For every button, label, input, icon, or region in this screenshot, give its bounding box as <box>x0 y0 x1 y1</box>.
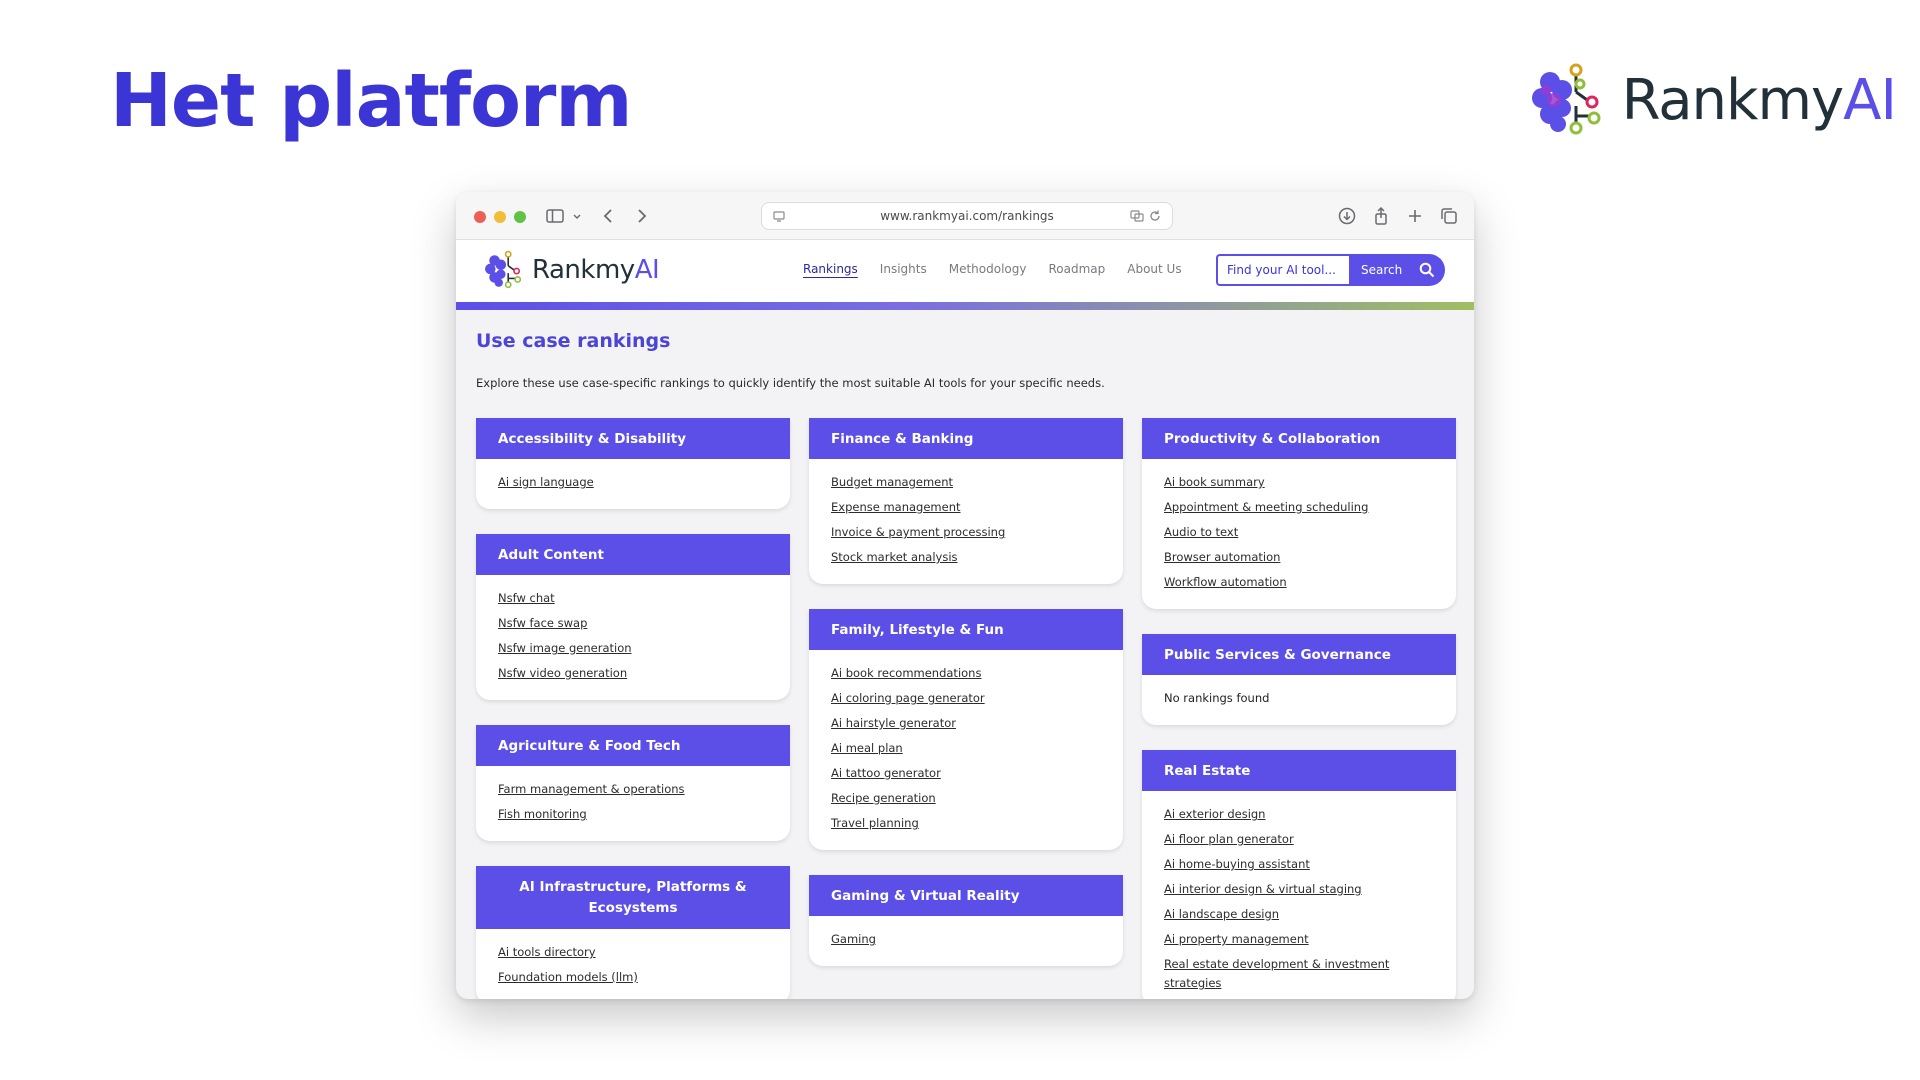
share-icon[interactable] <box>1370 205 1392 227</box>
nav-methodology[interactable]: Methodology <box>949 262 1027 276</box>
ranking-link[interactable]: Budget management <box>831 470 1101 495</box>
search-input[interactable] <box>1216 254 1349 286</box>
site-header: RankmyAI Rankings Insights Methodology R… <box>456 240 1474 302</box>
search-form: Search <box>1216 254 1445 286</box>
ranking-link[interactable]: Appointment & meeting scheduling <box>1164 495 1434 520</box>
category-title: Agriculture & Food Tech <box>476 725 790 766</box>
ranking-link[interactable]: Audio to text <box>1164 520 1434 545</box>
ranking-link[interactable]: Ai tools directory <box>498 940 768 965</box>
ranking-link[interactable]: Farm management & operations <box>498 777 768 802</box>
ranking-link[interactable]: Nsfw video generation <box>498 661 768 686</box>
search-icon <box>1419 262 1435 278</box>
ranking-link[interactable]: Invoice & payment processing <box>831 520 1101 545</box>
url-text: www.rankmyai.com/rankings <box>880 209 1054 223</box>
ranking-link[interactable]: Ai tattoo generator <box>831 761 1101 786</box>
category-card: Family, Lifestyle & Fun Ai book recommen… <box>809 609 1123 850</box>
brain-circuit-icon <box>485 250 522 289</box>
rankings-column-2: Finance & Banking Budget management Expe… <box>809 418 1123 991</box>
minimize-window-button[interactable] <box>494 211 506 223</box>
slide-logo-text: RankmyAI <box>1621 67 1897 133</box>
category-title: Adult Content <box>476 534 790 575</box>
ranking-link[interactable]: Ai book summary <box>1164 470 1434 495</box>
category-title: Accessibility & Disability <box>476 418 790 459</box>
category-card: Public Services & Governance No rankings… <box>1142 634 1456 725</box>
ranking-link[interactable]: Nsfw chat <box>498 586 768 611</box>
page-description: Explore these use case-specific rankings… <box>476 376 1105 390</box>
ranking-link[interactable]: Ai sign language <box>498 470 768 495</box>
ranking-link[interactable]: Ai interior design & virtual staging <box>1164 877 1434 902</box>
category-card: Adult Content Nsfw chat Nsfw face swap N… <box>476 534 790 700</box>
category-title: Productivity & Collaboration <box>1142 418 1456 459</box>
sidebar-toggle-icon[interactable] <box>544 205 566 227</box>
nav-insights[interactable]: Insights <box>880 262 927 276</box>
site-nav: Rankings Insights Methodology Roadmap Ab… <box>803 262 1182 276</box>
ranking-link[interactable]: Ai property management <box>1164 927 1434 952</box>
ranking-link[interactable]: Workflow automation <box>1164 570 1434 595</box>
back-arrow-icon[interactable] <box>598 205 620 227</box>
reload-icon[interactable] <box>1148 209 1162 223</box>
chevron-down-icon[interactable] <box>566 205 581 227</box>
ranking-link[interactable]: Stock market analysis <box>831 545 1101 570</box>
ranking-link[interactable]: Ai landscape design <box>1164 902 1434 927</box>
forward-arrow-icon[interactable] <box>630 205 652 227</box>
search-button-label: Search <box>1361 263 1403 277</box>
category-card: Productivity & Collaboration Ai book sum… <box>1142 418 1456 609</box>
ranking-link[interactable]: Expense management <box>831 495 1101 520</box>
close-window-button[interactable] <box>474 211 486 223</box>
category-card: Gaming & Virtual Reality Gaming <box>809 875 1123 966</box>
category-title: AI Infrastructure, Platforms & Ecosystem… <box>476 866 790 929</box>
ranking-link[interactable]: Fish monitoring <box>498 802 768 827</box>
translate-icon[interactable] <box>1130 209 1144 223</box>
category-title: Family, Lifestyle & Fun <box>809 609 1123 650</box>
tab-overview-icon[interactable] <box>1438 205 1460 227</box>
brand-gradient-bar <box>456 302 1474 310</box>
page-title: Use case rankings <box>476 330 671 352</box>
brain-circuit-icon <box>1531 63 1601 135</box>
ranking-link[interactable]: Real estate development & investment <box>1164 952 1434 974</box>
new-tab-icon[interactable] <box>1404 205 1426 227</box>
ranking-link[interactable]: Ai coloring page generator <box>831 686 1101 711</box>
rankings-column-1: Accessibility & Disability Ai sign langu… <box>476 418 790 999</box>
no-rankings-message: No rankings found <box>1164 691 1270 705</box>
ranking-link[interactable]: Recipe generation <box>831 786 1101 811</box>
category-card: Accessibility & Disability Ai sign langu… <box>476 418 790 509</box>
site-logo-text: RankmyAI <box>532 255 660 285</box>
nav-roadmap[interactable]: Roadmap <box>1048 262 1105 276</box>
site-logo[interactable]: RankmyAI <box>484 250 660 290</box>
category-title: Real Estate <box>1142 750 1456 791</box>
rankings-column-3: Productivity & Collaboration Ai book sum… <box>1142 418 1456 999</box>
category-card: AI Infrastructure, Platforms & Ecosystem… <box>476 866 790 999</box>
page-settings-icon[interactable] <box>772 209 786 223</box>
ranking-link[interactable]: Gaming <box>831 927 1101 952</box>
category-card: Agriculture & Food Tech Farm management … <box>476 725 790 841</box>
ranking-link[interactable]: Ai meal plan <box>831 736 1101 761</box>
slide-logo: RankmyAI <box>1531 60 1897 140</box>
ranking-link[interactable]: Ai exterior design <box>1164 802 1434 827</box>
category-title: Finance & Banking <box>809 418 1123 459</box>
ranking-link[interactable]: Nsfw image generation <box>498 636 768 661</box>
category-card: Real Estate Ai exterior design Ai floor … <box>1142 750 1456 999</box>
category-card: Finance & Banking Budget management Expe… <box>809 418 1123 584</box>
ranking-link[interactable]: Travel planning <box>831 811 1101 836</box>
category-title: Public Services & Governance <box>1142 634 1456 675</box>
ranking-link[interactable]: Ai hairstyle generator <box>831 711 1101 736</box>
ranking-link[interactable]: Browser automation <box>1164 545 1434 570</box>
maximize-window-button[interactable] <box>514 211 526 223</box>
ranking-link[interactable]: Foundation models (llm) <box>498 965 768 990</box>
page-content: Use case rankings Explore these use case… <box>456 310 1474 999</box>
slide-title: Het platform <box>110 58 633 144</box>
ranking-link[interactable]: strategies <box>1164 974 1434 992</box>
category-title: Gaming & Virtual Reality <box>809 875 1123 916</box>
ranking-link[interactable]: Ai book recommendations <box>831 661 1101 686</box>
ranking-link[interactable]: Nsfw face swap <box>498 611 768 636</box>
nav-rankings[interactable]: Rankings <box>803 262 858 276</box>
download-icon[interactable] <box>1336 205 1358 227</box>
address-bar[interactable]: www.rankmyai.com/rankings <box>761 202 1173 230</box>
nav-about-us[interactable]: About Us <box>1127 262 1181 276</box>
ranking-link[interactable]: Ai home-buying assistant <box>1164 852 1434 877</box>
browser-window: www.rankmyai.com/rankings RankmyAI Ranki… <box>456 192 1474 999</box>
search-button[interactable]: Search <box>1349 254 1445 286</box>
browser-toolbar: www.rankmyai.com/rankings <box>456 192 1474 240</box>
ranking-link[interactable]: Ai floor plan generator <box>1164 827 1434 852</box>
